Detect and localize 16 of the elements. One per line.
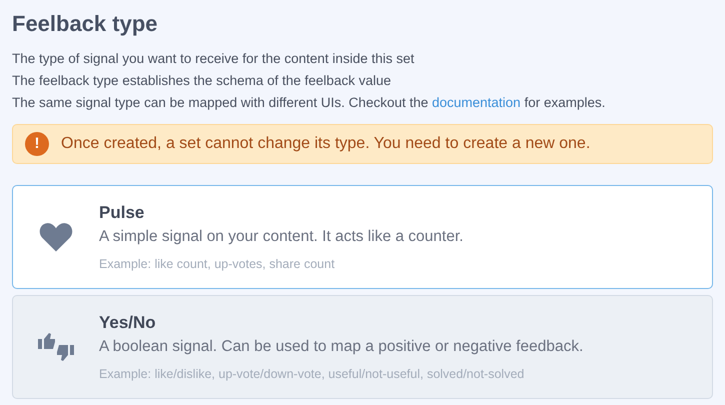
option-example: Example: like count, up-votes, share count — [99, 256, 336, 273]
description-text: The feelback type establishes the schema of the feelback value — [12, 72, 392, 90]
option-description: A boolean signal. Can be used to map a positive or negative feedback. — [99, 337, 584, 357]
option-title: Pulse — [99, 202, 146, 224]
description-text: The same signal type can be mapped with different UIs. Checkout the documentation for examples. — [12, 94, 606, 112]
option-example: Example: like/dislike, up-vote/down-vote, useful/not-useful, solved/not-solved — [99, 366, 526, 383]
thumbs-up-down-icon — [38, 331, 74, 363]
option-title: Yes/No — [99, 312, 157, 334]
section-heading: Feelback type — [12, 10, 159, 38]
option-description: A simple signal on your content. It acts like a counter. — [99, 227, 464, 247]
heart-icon — [38, 221, 74, 253]
warning-icon: ! — [25, 132, 49, 156]
type-option-card[interactable]: Yes/No A boolean signal. Can be used to map a positive or negative feedback. Example: like/dislike, up-vote/down-vote, useful/not-useful, solved/not-solved — [12, 295, 713, 399]
warning-text: Once created, a set cannot change its type. You need to create a new one. — [61, 134, 590, 154]
type-option-card[interactable]: Pulse A simple signal on your content. It acts like a counter. Example: like count, up-votes, share count — [12, 185, 713, 289]
description-text: The type of signal you want to receive for the content inside this set — [12, 50, 416, 68]
